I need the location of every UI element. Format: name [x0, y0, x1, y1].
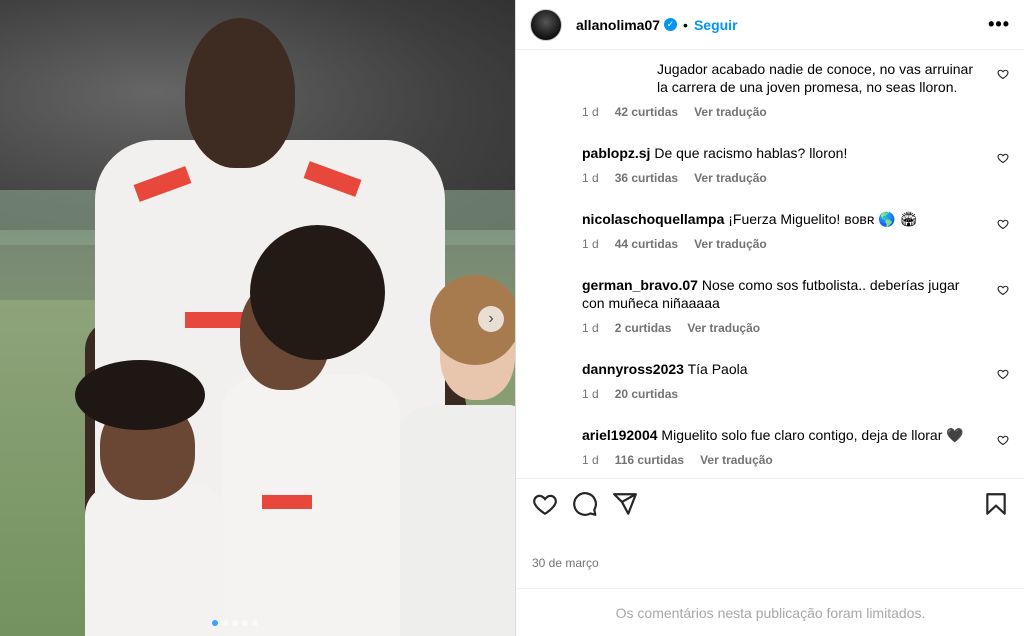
- carousel-dot: [252, 620, 258, 626]
- comment-username[interactable]: ariel192004: [582, 427, 658, 443]
- more-options-icon[interactable]: •••: [988, 14, 1010, 35]
- heart-icon[interactable]: [997, 68, 1009, 80]
- comment-username[interactable]: german_bravo.07: [582, 277, 698, 293]
- post-actions: [516, 478, 1024, 517]
- comment-meta: 1 d 116 curtidas Ver tradução: [582, 451, 982, 469]
- post-date[interactable]: 30 de março: [532, 556, 599, 570]
- comment-text: ariel192004 Miguelito solo fue claro con…: [582, 426, 982, 444]
- comment-likes[interactable]: 36 curtidas: [615, 169, 678, 187]
- heart-icon[interactable]: [997, 368, 1009, 380]
- jersey-sponsor: [262, 495, 312, 509]
- carousel-dot: [232, 620, 238, 626]
- verified-badge-icon: ✓: [664, 18, 678, 31]
- comment-username[interactable]: pablopz.sj: [582, 145, 650, 161]
- see-translation-button[interactable]: Ver tradução: [694, 103, 767, 121]
- avatar[interactable]: [530, 8, 562, 41]
- see-translation-button[interactable]: Ver tradução: [700, 451, 773, 469]
- bookmark-icon[interactable]: [983, 491, 1009, 517]
- comment-likes[interactable]: 20 curtidas: [615, 385, 678, 403]
- chevron-right-icon: ›: [488, 310, 494, 327]
- comment-text: dannyross2023 Tía Paola: [582, 360, 982, 378]
- comment-time[interactable]: 1 d: [582, 235, 599, 253]
- carousel-indicator: [212, 620, 258, 626]
- post-details-panel: allanolima07 ✓ • Seguir ••• Jugador acab…: [515, 0, 1024, 636]
- comment-body: Miguelito solo fue claro contigo, deja d…: [661, 427, 964, 443]
- comment-time[interactable]: 1 d: [582, 103, 599, 121]
- player-head: [185, 18, 295, 168]
- see-translation-button[interactable]: Ver tradução: [687, 319, 760, 337]
- child-hair: [75, 360, 205, 430]
- child-shirt: [85, 485, 225, 636]
- author-username[interactable]: allanolima07: [576, 17, 660, 33]
- comment-text: pablopz.sj De que racismo hablas? lloron…: [582, 144, 982, 162]
- comment-meta: 1 d 42 curtidas Ver tradução: [582, 103, 982, 121]
- comment-text: Jugador acabado nadie de conoce, no vas …: [582, 60, 982, 96]
- comment-time[interactable]: 1 d: [582, 385, 599, 403]
- comment-likes[interactable]: 42 curtidas: [615, 103, 678, 121]
- carousel-dot: [212, 620, 218, 626]
- comment: Jugador acabado nadie de conoce, no vas …: [582, 60, 982, 121]
- comments-limited-notice: Os comentários nesta publicação foram li…: [516, 588, 1024, 636]
- comment-body: Tía Paola: [687, 361, 748, 377]
- comment-likes[interactable]: 116 curtidas: [615, 451, 684, 469]
- comment: dannyross2023 Tía Paola 1 d 20 curtidas: [582, 360, 982, 403]
- child-hair: [250, 225, 385, 360]
- see-translation-button[interactable]: Ver tradução: [694, 169, 767, 187]
- comment-time[interactable]: 1 d: [582, 319, 599, 337]
- next-image-button[interactable]: ›: [478, 306, 504, 332]
- comment-body: De que racismo hablas? lloron!: [654, 145, 848, 161]
- comment: german_bravo.07 Nose como sos futbolista…: [582, 276, 982, 337]
- separator: •: [683, 16, 688, 33]
- post-header: allanolima07 ✓ • Seguir •••: [516, 0, 1024, 50]
- comment-meta: 1 d 2 curtidas Ver tradução: [582, 319, 982, 337]
- heart-icon[interactable]: [997, 284, 1009, 296]
- comment: nicolaschoquellampa ¡Fuerza Miguelito! ʙ…: [582, 210, 982, 253]
- see-translation-button[interactable]: Ver tradução: [694, 235, 767, 253]
- comment-meta: 1 d 36 curtidas Ver tradução: [582, 169, 982, 187]
- comment-time[interactable]: 1 d: [582, 169, 599, 187]
- comment: ariel192004 Miguelito solo fue claro con…: [582, 426, 982, 469]
- heart-icon[interactable]: [997, 434, 1009, 446]
- comment-body: ¡Fuerza Miguelito! ʙᴏʙʀ 🌎 🏟: [728, 211, 918, 227]
- comment-icon[interactable]: [572, 491, 598, 517]
- share-icon[interactable]: [612, 491, 638, 517]
- heart-icon[interactable]: [997, 218, 1009, 230]
- post-image: ›: [0, 0, 515, 636]
- comment-meta: 1 d 44 curtidas Ver tradução: [582, 235, 982, 253]
- comment-body: Jugador acabado nadie de conoce, no vas …: [657, 61, 973, 95]
- comment-username[interactable]: nicolaschoquellampa: [582, 211, 724, 227]
- heart-icon[interactable]: [532, 491, 558, 517]
- comment-text: nicolaschoquellampa ¡Fuerza Miguelito! ʙ…: [582, 210, 982, 228]
- carousel-dot: [222, 620, 228, 626]
- comment: pablopz.sj De que racismo hablas? lloron…: [582, 144, 982, 187]
- comment-username[interactable]: dannyross2023: [582, 361, 684, 377]
- heart-icon[interactable]: [997, 152, 1009, 164]
- comment-likes[interactable]: 44 curtidas: [615, 235, 678, 253]
- carousel-dot: [242, 620, 248, 626]
- follow-button[interactable]: Seguir: [694, 17, 738, 33]
- comment-text: german_bravo.07 Nose como sos futbolista…: [582, 276, 982, 312]
- comment-time[interactable]: 1 d: [582, 451, 599, 469]
- comment-likes[interactable]: 2 curtidas: [615, 319, 672, 337]
- child-shirt: [395, 405, 515, 636]
- comment-meta: 1 d 20 curtidas: [582, 385, 982, 403]
